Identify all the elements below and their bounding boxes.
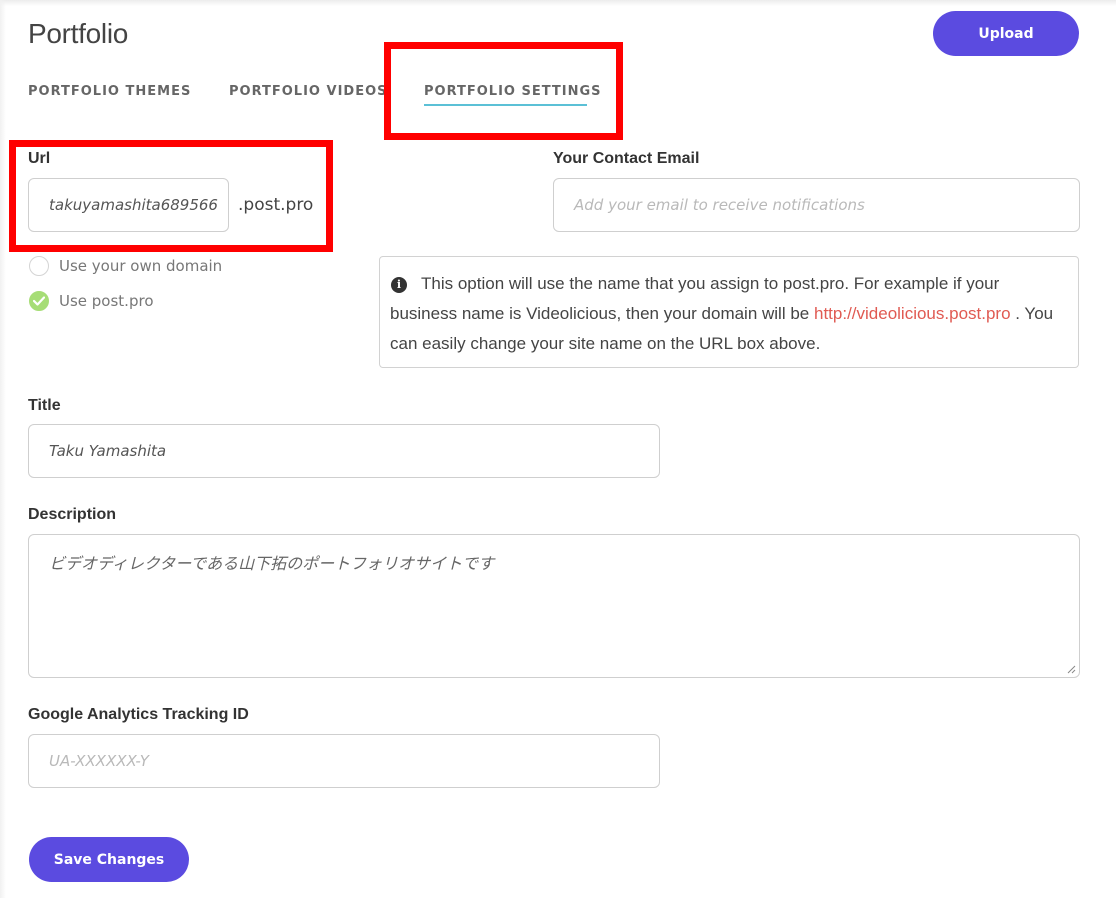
- description-label: Description: [28, 506, 117, 523]
- left-edge: [0, 0, 6, 898]
- resize-grip-icon[interactable]: [1067, 665, 1076, 674]
- radio-unchecked-icon: [29, 256, 49, 276]
- radio-label: Use your own domain: [59, 257, 223, 275]
- info-circle-icon: i: [391, 277, 407, 293]
- highlight-box-url: [9, 140, 333, 252]
- radio-use-own-domain[interactable]: Use your own domain: [29, 256, 222, 276]
- radio-label: Use post.pro: [59, 292, 154, 310]
- analytics-label: Google Analytics Tracking ID: [28, 706, 249, 723]
- checkmark-icon: [33, 296, 45, 306]
- tab-portfolio-videos[interactable]: PORTFOLIO VIDEOS: [229, 84, 388, 99]
- radio-checked-icon: [29, 291, 49, 311]
- radio-use-post-pro[interactable]: Use post.pro: [29, 291, 154, 311]
- tab-portfolio-themes[interactable]: PORTFOLIO THEMES: [28, 84, 191, 99]
- description-text: ビデオディレクターである山下拓のポートフォリオサイトです: [49, 554, 495, 573]
- domain-info-box: i This option will use the name that you …: [379, 256, 1079, 368]
- example-domain-link[interactable]: http://videolicious.post.pro: [814, 304, 1011, 323]
- contact-email-label: Your Contact Email: [553, 150, 700, 167]
- page-title: Portfolio: [28, 18, 129, 49]
- upload-button[interactable]: Upload: [933, 11, 1079, 56]
- top-shadow: [0, 0, 1116, 6]
- description-textarea[interactable]: ビデオディレクターである山下拓のポートフォリオサイトです: [28, 534, 1080, 678]
- highlight-box-settings-tab: [384, 42, 623, 140]
- save-changes-button[interactable]: Save Changes: [29, 837, 189, 882]
- analytics-id-input[interactable]: UA-XXXXXX-Y: [28, 734, 660, 788]
- title-input[interactable]: Taku Yamashita: [28, 424, 660, 478]
- title-label: Title: [28, 397, 61, 414]
- contact-email-input[interactable]: Add your email to receive notifications: [553, 178, 1080, 232]
